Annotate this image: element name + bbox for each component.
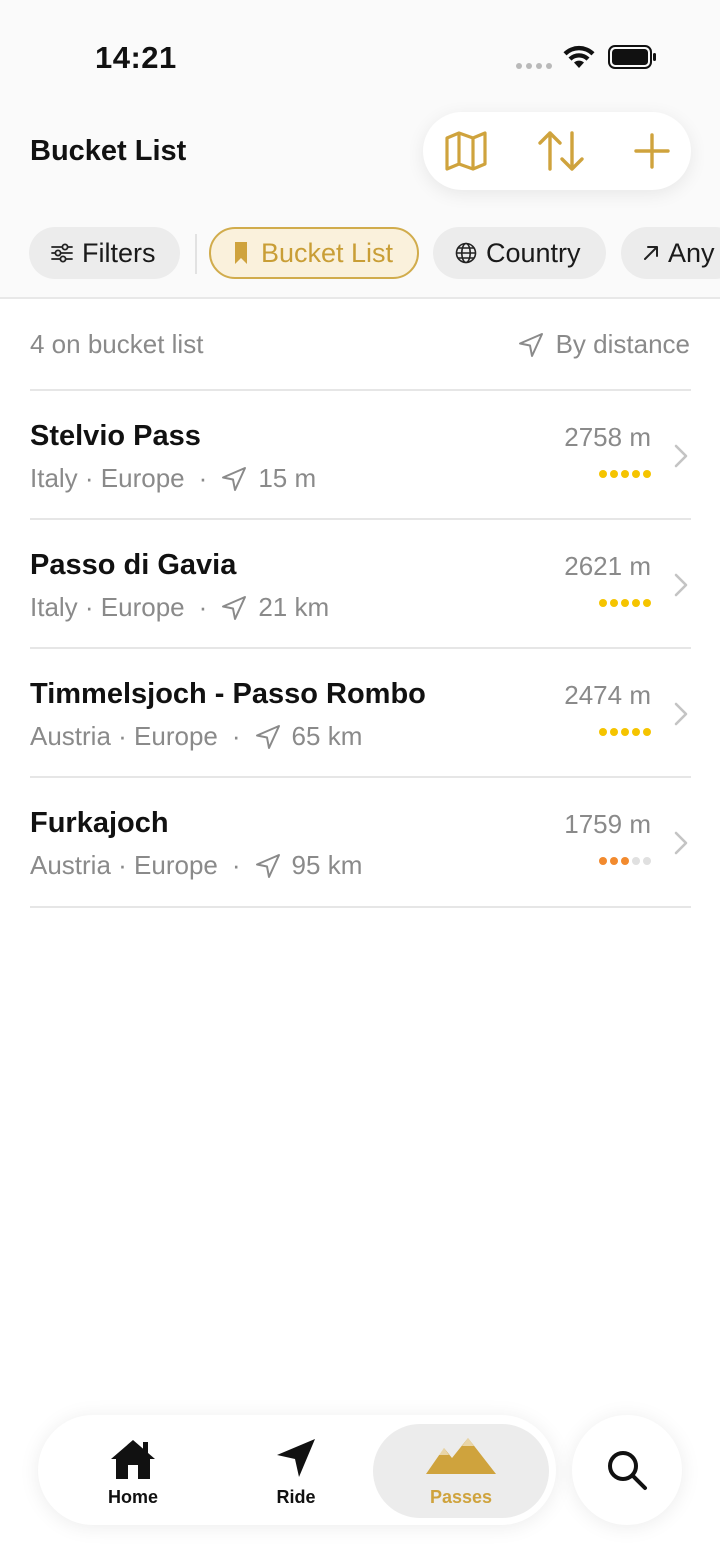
search-button[interactable] xyxy=(572,1415,682,1525)
map-icon xyxy=(445,131,487,171)
pass-name: Furkajoch xyxy=(30,807,169,839)
difficulty-rating xyxy=(599,728,651,736)
any-chip[interactable]: Any xyxy=(621,227,720,279)
country-chip-label: Country xyxy=(486,237,581,268)
pass-elevation: 1759 m xyxy=(564,809,651,839)
status-time: 14:21 xyxy=(95,40,177,75)
sort-button[interactable] xyxy=(536,126,586,176)
map-view-button[interactable] xyxy=(441,126,491,176)
location-arrow-icon xyxy=(518,332,543,357)
country-chip[interactable]: Country xyxy=(433,227,606,279)
chevron-right-icon xyxy=(674,702,688,726)
filters-chip-label: Filters xyxy=(82,237,156,268)
list-end-divider xyxy=(30,906,691,908)
pass-meta: Italy · Europe · 15 m xyxy=(30,463,317,493)
difficulty-rating xyxy=(599,599,651,607)
pass-elevation: 2758 m xyxy=(564,422,651,452)
difficulty-rating xyxy=(599,857,651,865)
location-arrow-icon xyxy=(255,724,280,749)
sort-arrows-icon xyxy=(538,131,584,171)
header-toolbar xyxy=(423,112,691,190)
pass-region: Italy · Europe xyxy=(30,463,185,493)
list-item[interactable]: Timmelsjoch - Passo Rombo Austria · Euro… xyxy=(30,647,691,777)
chips-divider xyxy=(0,297,720,299)
pass-distance: 15 m xyxy=(258,463,317,493)
tab-home[interactable]: Home xyxy=(88,1415,178,1525)
pass-distance: 95 km xyxy=(291,850,363,880)
pass-meta: Austria · Europe · 65 km xyxy=(30,721,363,751)
pass-name: Timmelsjoch - Passo Rombo xyxy=(30,678,426,710)
wifi-icon xyxy=(563,45,595,68)
sliders-icon xyxy=(51,243,73,263)
list-item[interactable]: Furkajoch Austria · Europe · 95 km 1759 … xyxy=(30,776,691,906)
pass-region: Austria · Europe xyxy=(30,850,218,880)
globe-icon xyxy=(455,242,477,264)
tab-bar: Home Ride Passes xyxy=(38,1415,556,1525)
cellular-signal-icon xyxy=(516,63,552,69)
search-icon xyxy=(608,1451,647,1490)
bucket-list-chip-label: Bucket List xyxy=(261,237,394,268)
chevron-right-icon xyxy=(674,573,688,597)
chevron-right-icon xyxy=(674,444,688,468)
difficulty-rating xyxy=(599,470,651,478)
bucket-count-label: 4 on bucket list xyxy=(30,329,204,359)
location-arrow-icon xyxy=(222,466,247,491)
pass-meta: Italy · Europe · 21 km xyxy=(30,592,330,622)
list-item[interactable]: Passo di Gavia Italy · Europe · 21 km 26… xyxy=(30,518,691,648)
pass-elevation: 2621 m xyxy=(564,551,651,581)
any-chip-label: Any xyxy=(668,237,715,268)
battery-icon xyxy=(608,45,656,69)
pass-elevation: 2474 m xyxy=(564,680,651,710)
tab-home-label: Home xyxy=(107,1487,158,1507)
tab-ride-label: Ride xyxy=(276,1487,316,1507)
pass-region: Austria · Europe xyxy=(30,721,218,751)
pass-name: Stelvio Pass xyxy=(30,420,201,452)
location-arrow-icon xyxy=(255,853,280,878)
pass-region: Italy · Europe xyxy=(30,592,185,622)
filters-chip[interactable]: Filters xyxy=(29,227,180,279)
page-title: Bucket List xyxy=(30,135,187,167)
mountains-icon xyxy=(426,1438,496,1474)
bucket-list-chip[interactable]: Bucket List xyxy=(209,227,419,279)
tab-passes[interactable]: Passes xyxy=(373,1424,549,1518)
arrow-up-right-icon xyxy=(644,246,658,260)
pass-name: Passo di Gavia xyxy=(30,549,237,581)
location-arrow-icon xyxy=(222,595,247,620)
tab-passes-label: Passes xyxy=(429,1487,493,1507)
house-icon xyxy=(111,1440,155,1479)
navigation-arrow-icon xyxy=(277,1439,315,1477)
sort-label: By distance xyxy=(555,329,690,359)
pass-distance: 65 km xyxy=(291,721,363,751)
pass-distance: 21 km xyxy=(258,592,330,622)
chevron-right-icon xyxy=(674,831,688,855)
tab-ride[interactable]: Ride xyxy=(251,1415,341,1525)
bookmark-icon xyxy=(235,242,247,264)
sort-by-distance-button[interactable]: By distance xyxy=(518,329,690,360)
pass-meta: Austria · Europe · 95 km xyxy=(30,850,363,880)
plus-icon xyxy=(634,133,670,169)
chip-divider xyxy=(195,234,197,274)
add-pass-button[interactable] xyxy=(627,126,677,176)
list-item[interactable]: Stelvio Pass Italy · Europe · 15 m 2758 … xyxy=(30,389,691,519)
